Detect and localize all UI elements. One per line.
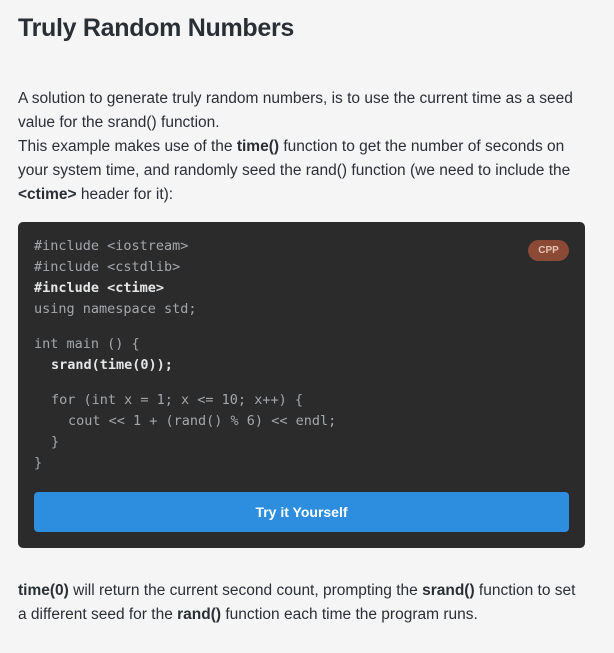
outro-text-segment: function each time the program runs. <box>221 606 478 623</box>
outro-text-segment: will return the current second count, pr… <box>68 582 423 599</box>
inline-code-ctime: <ctime> <box>18 186 77 203</box>
intro-text-segment: This example makes use of the <box>18 138 237 155</box>
inline-code-time: time() <box>236 138 280 155</box>
page: Truly Random Numbers A solution to gener… <box>0 0 614 653</box>
code-line: cout << 1 + (rand() % 6) << endl; <box>68 413 337 429</box>
code-line: #include <cstdlib> <box>34 259 181 275</box>
code-line: int main () { <box>34 336 140 352</box>
code-line: } <box>34 455 43 471</box>
code-line-highlighted: #include <ctime> <box>34 280 165 296</box>
intro-text-segment: header for it): <box>76 186 174 203</box>
outro-text: time(0) will return the current second c… <box>18 579 588 627</box>
code-line: } <box>51 434 60 450</box>
code-example-box: CPP #include <iostream> #include <cstdli… <box>18 222 585 548</box>
code-line: for (int x = 1; x <= 10; x++) { <box>51 392 303 408</box>
inline-code-time0: time(0) <box>18 582 69 599</box>
code-line: using namespace std; <box>34 301 197 317</box>
try-it-yourself-button[interactable]: Try it Yourself <box>34 492 569 532</box>
intro-text: A solution to generate truly random numb… <box>18 87 588 207</box>
intro-paragraph-1: A solution to generate truly random numb… <box>18 90 573 131</box>
code-line-highlighted: srand(time(0)); <box>51 357 173 373</box>
intro-paragraph-2: This example makes use of the time() fun… <box>18 135 588 207</box>
code-block[interactable]: #include <iostream> #include <cstdlib> #… <box>34 236 569 474</box>
inline-code-srand: srand() <box>422 582 475 599</box>
inline-code-rand: rand() <box>177 606 222 623</box>
code-line: #include <iostream> <box>34 238 189 254</box>
page-title: Truly Random Numbers <box>18 14 294 42</box>
